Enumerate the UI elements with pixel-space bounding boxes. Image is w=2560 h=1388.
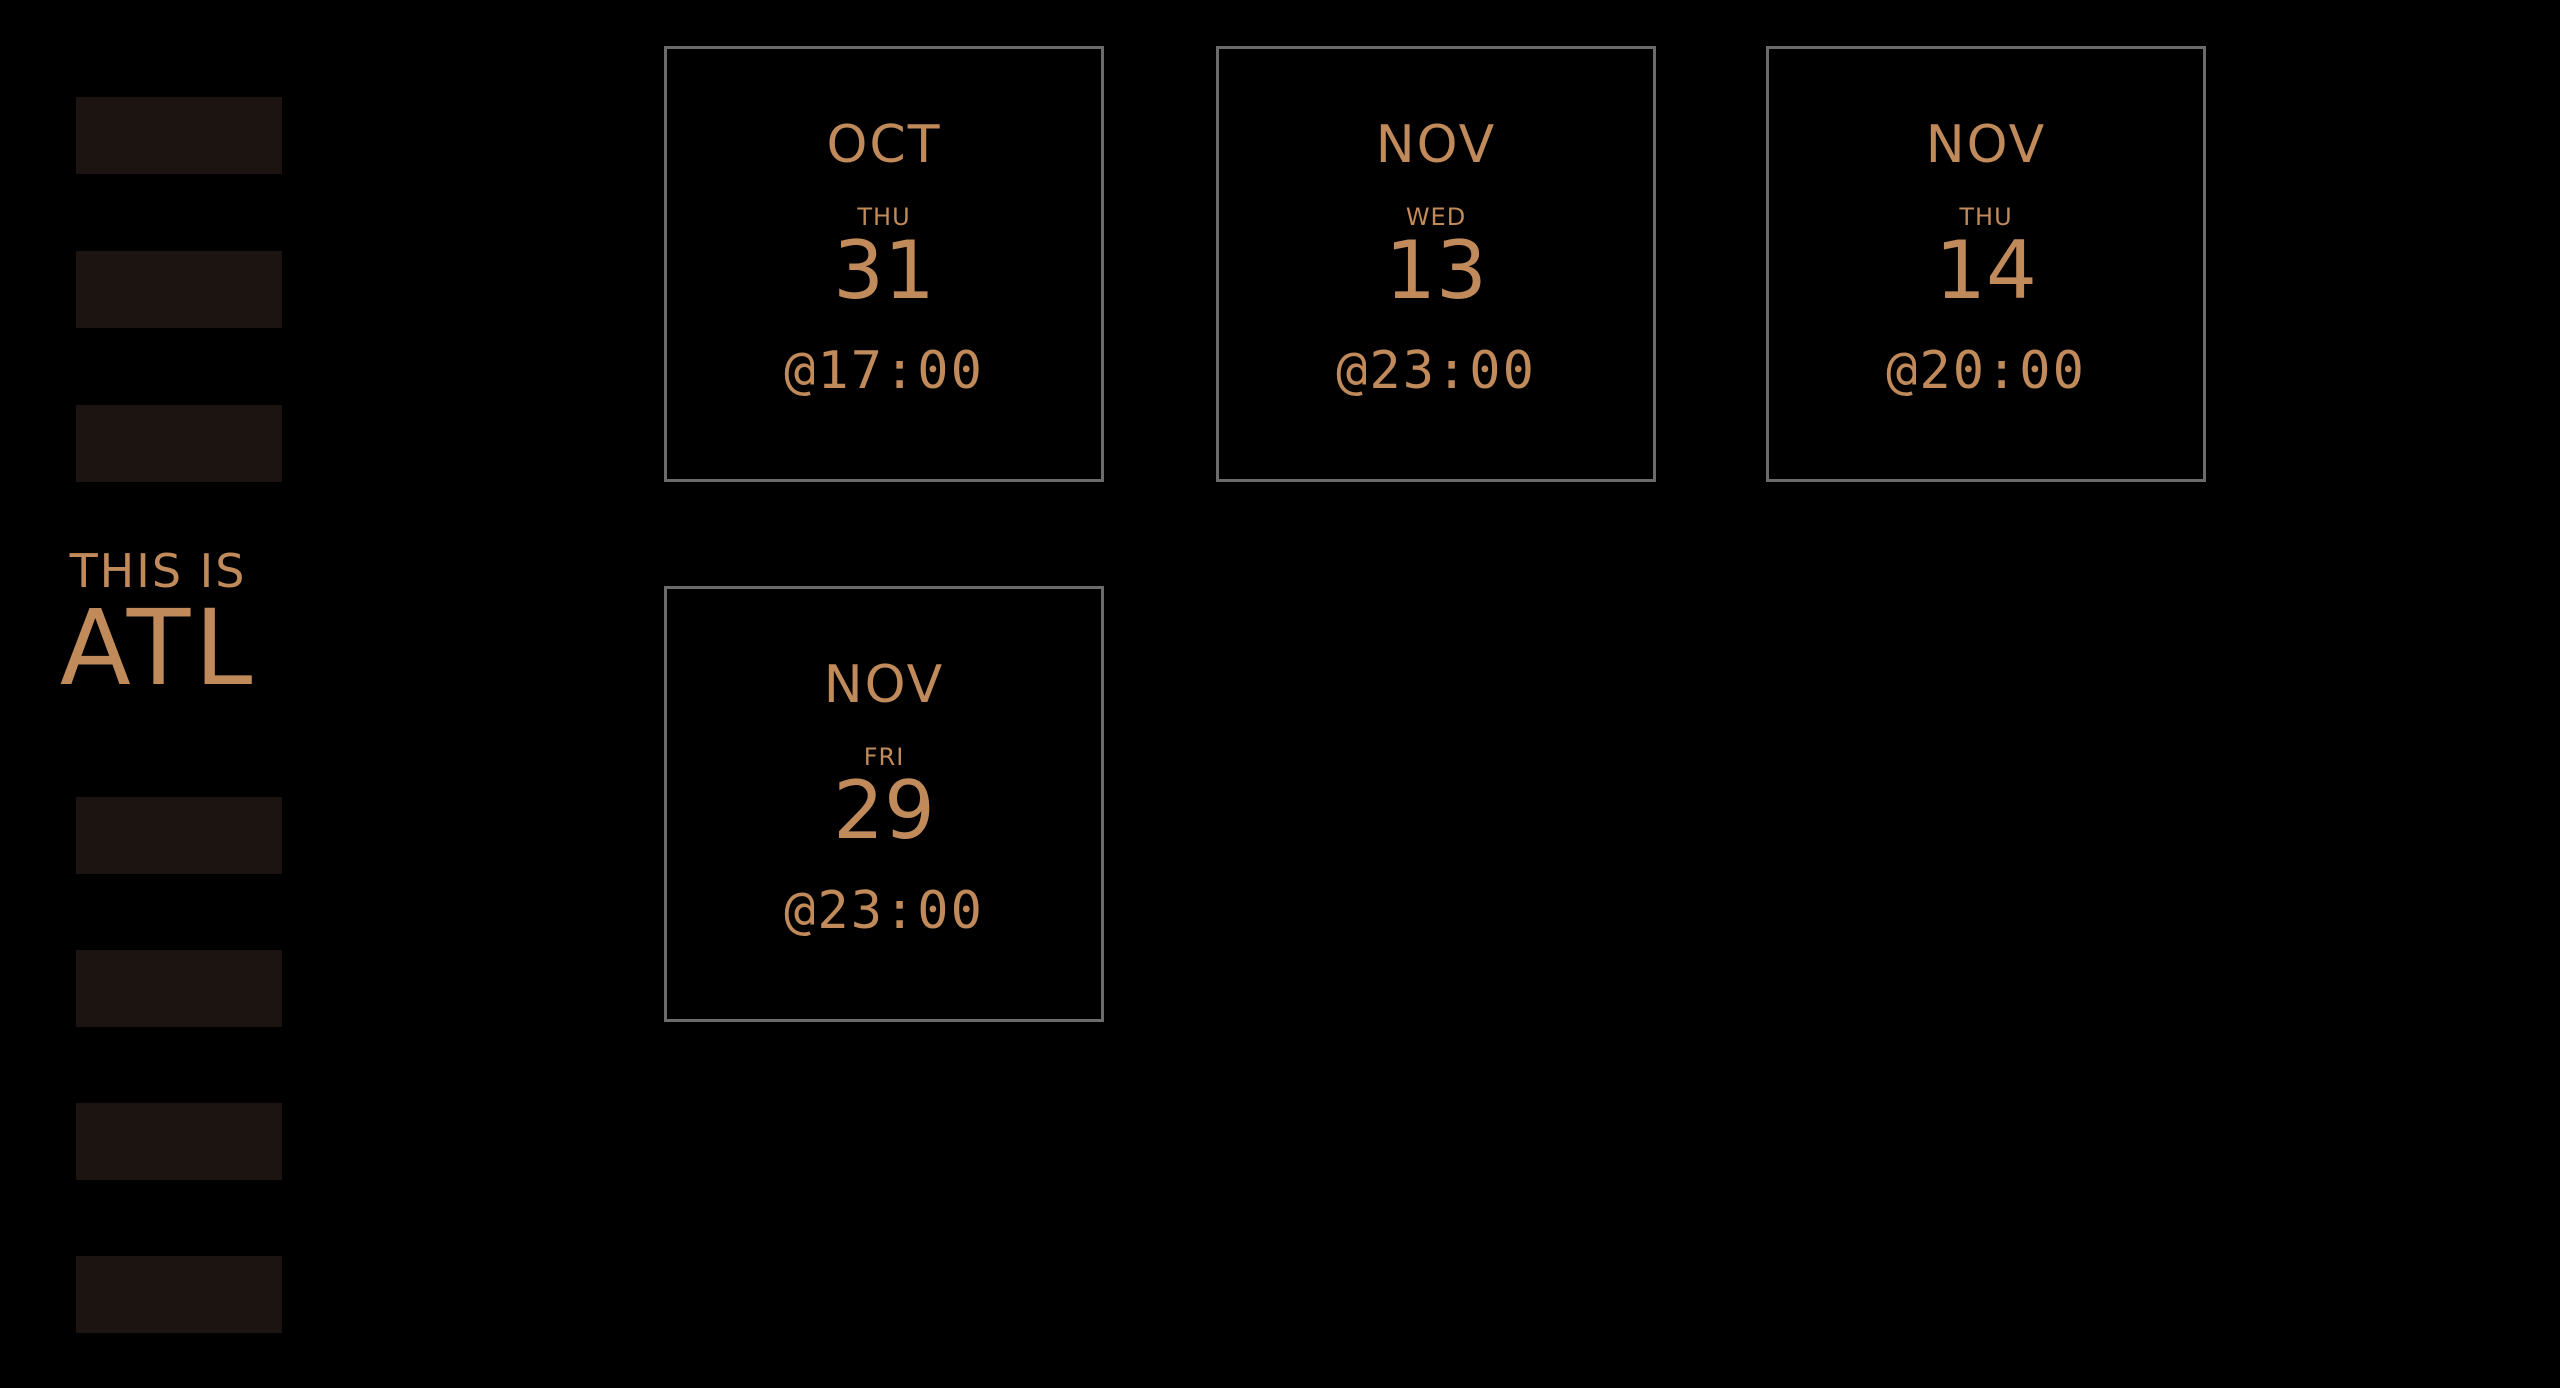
event-month: OCT [826, 115, 942, 175]
sidebar-nav-block-4[interactable] [76, 797, 282, 874]
sidebar-nav-block-3[interactable] [76, 405, 282, 482]
site-logo[interactable]: THIS IS ATL [28, 548, 288, 700]
sidebar-nav-block-6[interactable] [76, 1103, 282, 1180]
event-time: @23:00 [784, 881, 984, 941]
sidebar-nav-block-1[interactable] [76, 97, 282, 174]
event-card[interactable]: NOV THU 14 @20:00 [1766, 46, 2206, 482]
event-card[interactable]: OCT THU 31 @17:00 [664, 46, 1104, 482]
event-month: NOV [1375, 115, 1497, 175]
event-day: 31 [833, 224, 935, 317]
event-day: 13 [1385, 224, 1487, 317]
event-time: @17:00 [784, 341, 984, 401]
event-day: 29 [833, 764, 935, 857]
event-time: @20:00 [1886, 341, 2086, 401]
sidebar-nav-block-7[interactable] [76, 1256, 282, 1333]
event-card[interactable]: NOV FRI 29 @23:00 [664, 586, 1104, 1022]
event-month: NOV [823, 655, 945, 715]
event-day: 14 [1935, 224, 2037, 317]
event-month: NOV [1925, 115, 2047, 175]
event-time: @23:00 [1336, 341, 1536, 401]
sidebar-nav-block-5[interactable] [76, 950, 282, 1027]
sidebar-nav-block-2[interactable] [76, 251, 282, 328]
event-card[interactable]: NOV WED 13 @23:00 [1216, 46, 1656, 482]
logo-line-2: ATL [59, 587, 257, 709]
